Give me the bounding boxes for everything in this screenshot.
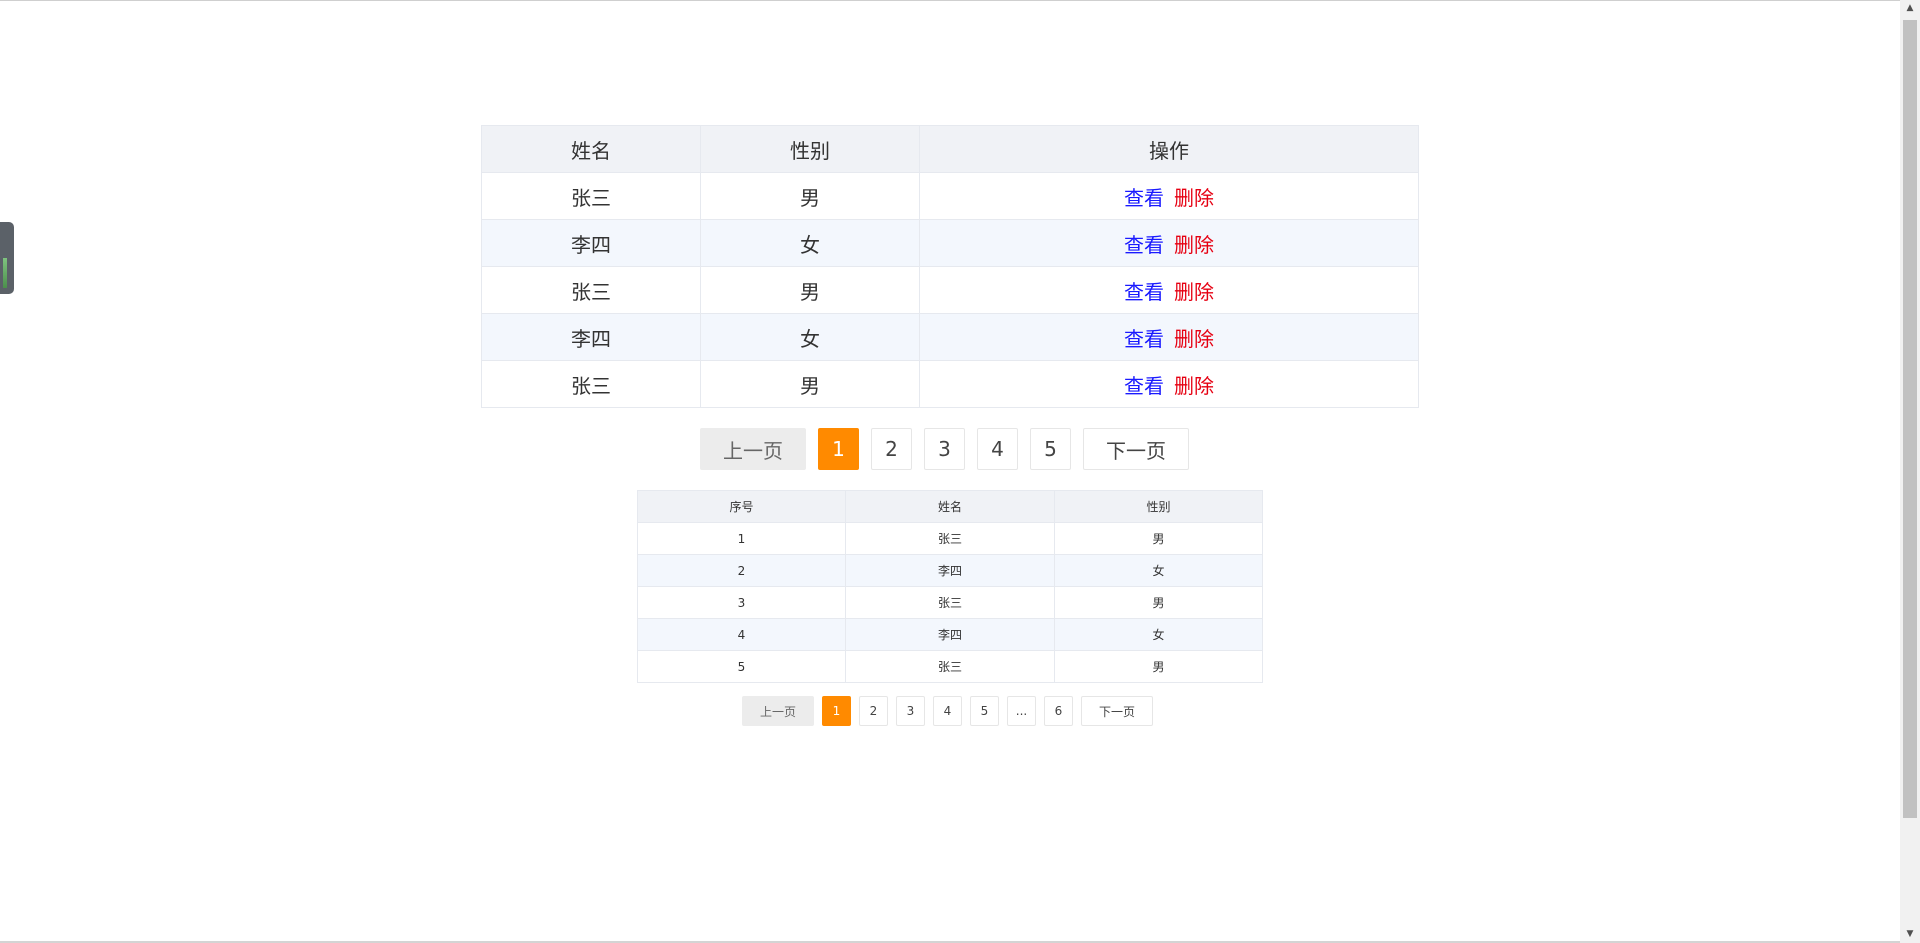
cell-gender: 女 [1054, 618, 1263, 651]
header-index: 序号 [637, 490, 846, 523]
cell-index: 5 [637, 650, 846, 683]
side-widget-handle[interactable] [0, 222, 14, 294]
header-gender: 性别 [700, 125, 920, 173]
page-button-6[interactable]: 6 [1044, 696, 1073, 726]
next-page-button[interactable]: 下一页 [1083, 428, 1189, 470]
main-table-header-row: 姓名 性别 操作 [481, 125, 1419, 173]
table-row: 3 张三 男 [637, 586, 1263, 619]
cell-name: 李四 [481, 219, 701, 267]
delete-link[interactable]: 删除 [1174, 374, 1214, 398]
cell-actions: 查看 删除 [919, 219, 1419, 267]
scroll-up-arrow-icon[interactable]: ▲ [1900, 0, 1920, 17]
cell-index: 2 [637, 554, 846, 587]
header-name: 姓名 [845, 490, 1055, 523]
table-row: 李四 女 查看 删除 [481, 313, 1419, 361]
delete-link[interactable]: 删除 [1174, 233, 1214, 257]
cell-index: 4 [637, 618, 846, 651]
view-link[interactable]: 查看 [1124, 374, 1164, 398]
cell-gender: 女 [700, 313, 920, 361]
cell-name: 李四 [845, 618, 1055, 651]
delete-link[interactable]: 删除 [1174, 327, 1214, 351]
cell-gender: 男 [700, 360, 920, 408]
cell-gender: 男 [700, 172, 920, 220]
header-name: 姓名 [481, 125, 701, 173]
main-pagination: 上一页 1 2 3 4 5 下一页 [700, 428, 1189, 472]
page-ellipsis[interactable]: ... [1007, 696, 1036, 726]
level-meter-icon [3, 258, 7, 288]
cell-gender: 男 [1054, 522, 1263, 555]
scroll-down-arrow-icon[interactable]: ▼ [1900, 926, 1920, 943]
page-button-2[interactable]: 2 [859, 696, 888, 726]
prev-page-button[interactable]: 上一页 [700, 428, 806, 470]
view-link[interactable]: 查看 [1124, 327, 1164, 351]
vertical-scrollbar[interactable]: ▲ ▼ [1900, 0, 1920, 943]
table-row: 1 张三 男 [637, 522, 1263, 555]
table-row: 4 李四 女 [637, 618, 1263, 651]
page-button-1[interactable]: 1 [822, 696, 851, 726]
cell-actions: 查看 删除 [919, 313, 1419, 361]
top-border [0, 0, 1900, 1]
cell-name: 张三 [481, 266, 701, 314]
scrollbar-thumb[interactable] [1903, 20, 1917, 818]
cell-actions: 查看 删除 [919, 360, 1419, 408]
prev-page-button[interactable]: 上一页 [742, 696, 814, 726]
page-button-5[interactable]: 5 [1030, 428, 1071, 470]
table-row: 5 张三 男 [637, 650, 1263, 683]
cell-name: 李四 [481, 313, 701, 361]
cell-name: 张三 [481, 172, 701, 220]
next-page-button[interactable]: 下一页 [1081, 696, 1153, 726]
cell-name: 张三 [845, 586, 1055, 619]
view-link[interactable]: 查看 [1124, 186, 1164, 210]
view-link[interactable]: 查看 [1124, 233, 1164, 257]
cell-name: 张三 [845, 650, 1055, 683]
header-gender: 性别 [1054, 490, 1263, 523]
cell-name: 张三 [845, 522, 1055, 555]
secondary-pagination: 上一页 1 2 3 4 5 ... 6 下一页 [742, 696, 1153, 726]
cell-gender: 男 [1054, 650, 1263, 683]
cell-gender: 男 [700, 266, 920, 314]
view-link[interactable]: 查看 [1124, 280, 1164, 304]
page-button-3[interactable]: 3 [896, 696, 925, 726]
main-table: 姓名 性别 操作 张三 男 查看 删除 李四 女 查看 删除 张三 男 查看 删除 李… [481, 125, 1419, 408]
page-button-3[interactable]: 3 [924, 428, 965, 470]
cell-actions: 查看 删除 [919, 172, 1419, 220]
table-row: 张三 男 查看 删除 [481, 360, 1419, 408]
cell-name: 张三 [481, 360, 701, 408]
cell-actions: 查看 删除 [919, 266, 1419, 314]
page-button-5[interactable]: 5 [970, 696, 999, 726]
table-row: 张三 男 查看 删除 [481, 172, 1419, 220]
table-row: 张三 男 查看 删除 [481, 266, 1419, 314]
cell-gender: 女 [1054, 554, 1263, 587]
table-row: 李四 女 查看 删除 [481, 219, 1419, 267]
delete-link[interactable]: 删除 [1174, 280, 1214, 304]
delete-link[interactable]: 删除 [1174, 186, 1214, 210]
page-button-2[interactable]: 2 [871, 428, 912, 470]
cell-index: 1 [637, 522, 846, 555]
header-actions: 操作 [919, 125, 1419, 173]
secondary-table-header-row: 序号 姓名 性别 [637, 490, 1263, 523]
secondary-table: 序号 姓名 性别 1 张三 男 2 李四 女 3 张三 男 4 李四 女 5 张… [637, 490, 1263, 683]
cell-index: 3 [637, 586, 846, 619]
cell-name: 李四 [845, 554, 1055, 587]
table-row: 2 李四 女 [637, 554, 1263, 587]
page-button-4[interactable]: 4 [977, 428, 1018, 470]
cell-gender: 女 [700, 219, 920, 267]
page-button-4[interactable]: 4 [933, 696, 962, 726]
page-button-1[interactable]: 1 [818, 428, 859, 470]
cell-gender: 男 [1054, 586, 1263, 619]
